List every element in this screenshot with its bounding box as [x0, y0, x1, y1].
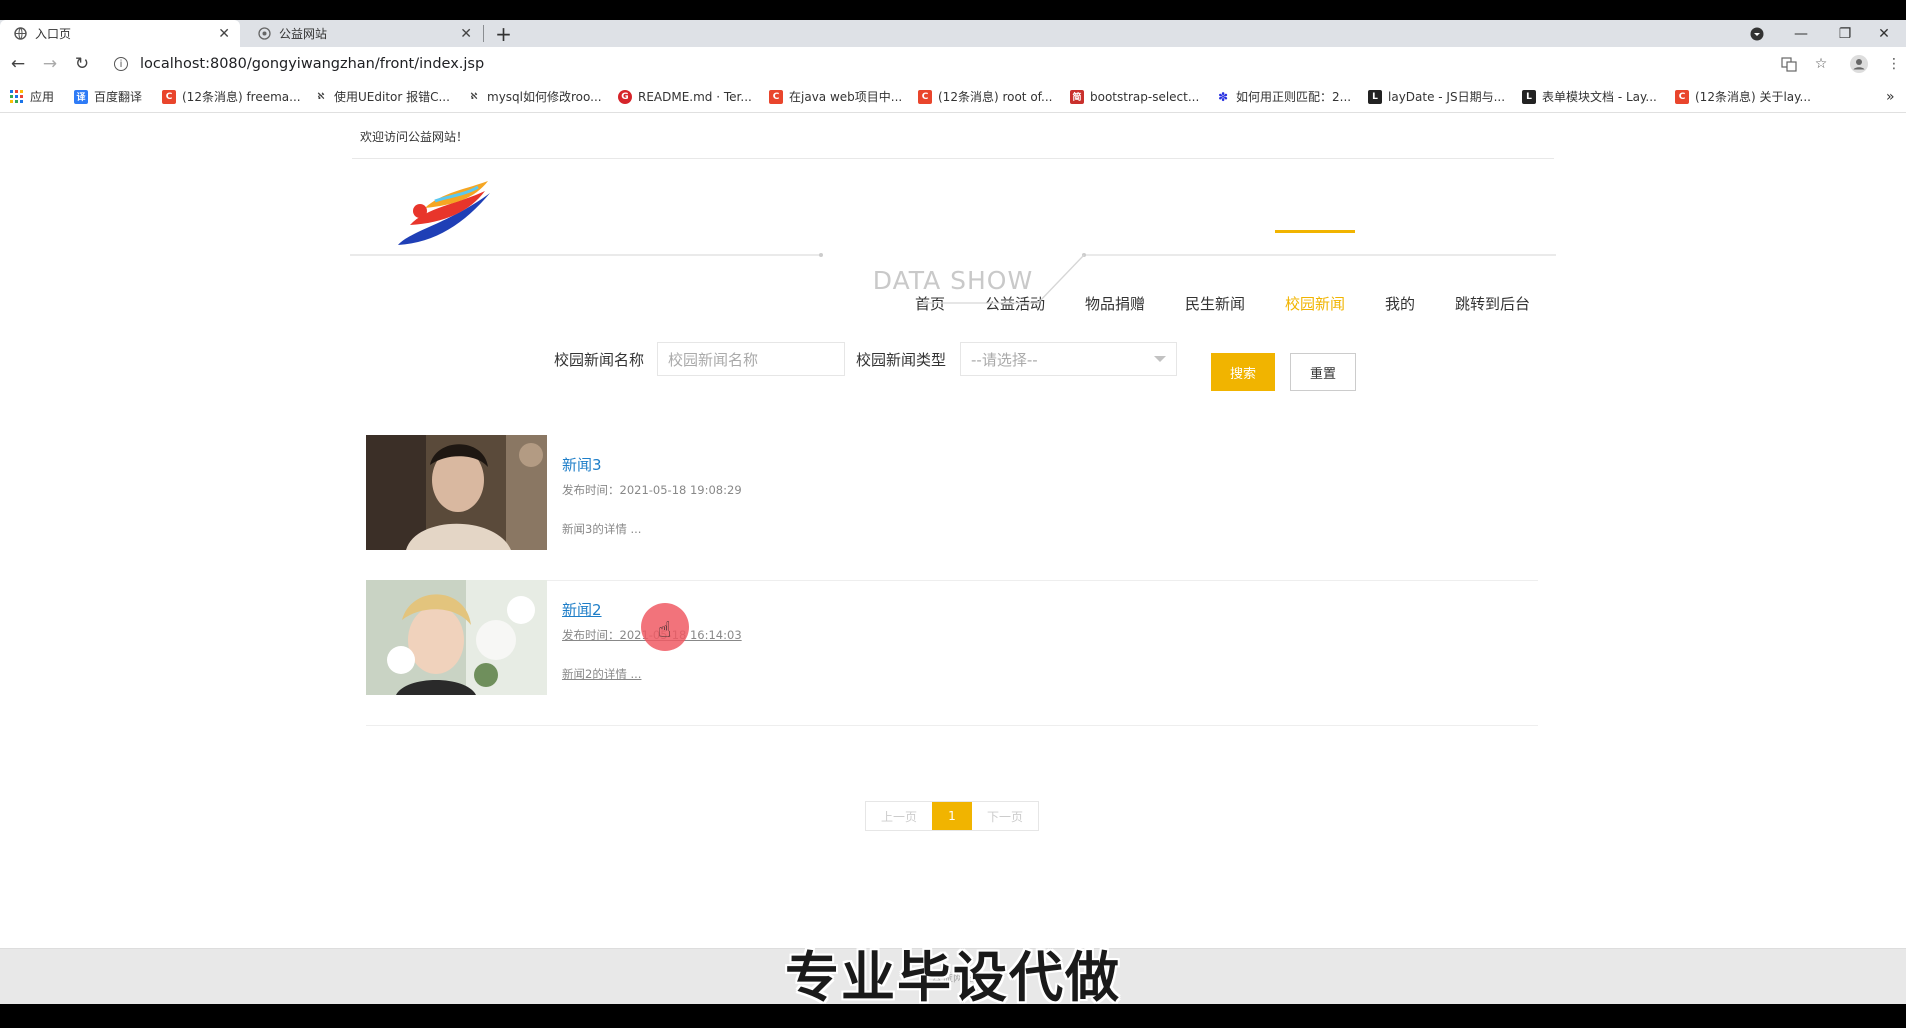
bookmark-label: 如何用正则匹配：2... — [1236, 90, 1352, 104]
info-icon[interactable]: i — [114, 57, 128, 71]
globe-icon — [14, 27, 27, 40]
select-value: --请选择-- — [971, 350, 1038, 369]
news-thumbnail[interactable] — [366, 580, 547, 695]
bookmark-layui-form[interactable]: L 表单模块文档 - Lay... — [1522, 81, 1657, 112]
tab-entry-page[interactable]: 入口页 ✕ — [0, 20, 240, 47]
news-list-item[interactable]: 新闻3 发布时间：2021-05-18 19:08:29 新闻3的详情 ... — [366, 435, 1538, 581]
chevron-down-icon — [1154, 356, 1166, 362]
reload-icon[interactable]: ↻ — [70, 53, 94, 75]
section-title: DATA SHOW — [872, 266, 1034, 295]
page-1-button[interactable]: 1 — [932, 802, 972, 830]
bookmark-csdn-3[interactable]: C (12条消息) root of... — [918, 81, 1052, 112]
welcome-text: 欢迎访问公益网站！ — [360, 130, 469, 144]
page-content: 欢迎访问公益网站！ 首页 公益活动 物品捐赠 民生新闻 校园新闻 我的 跳转到后… — [0, 113, 1906, 948]
star-icon[interactable]: ☆ — [1811, 54, 1831, 74]
news-thumbnail[interactable] — [366, 435, 547, 550]
bookmark-label: mysql如何修改roo... — [487, 90, 602, 104]
more-bookmarks-icon[interactable]: » — [1886, 81, 1895, 112]
bookmark-csdn-4[interactable]: C (12条消息) 关于lay... — [1675, 81, 1811, 112]
bookmark-laydate[interactable]: L layDate - JS日期与... — [1368, 81, 1505, 112]
browser-tab-bar: 入口页 ✕ 公益网站 ✕ + — ❐ ✕ — [0, 20, 1906, 47]
video-caption-overlay: 专业毕设代做 — [785, 946, 1121, 1009]
tab-divider — [483, 25, 484, 42]
hand-cursor-icon: ☝ — [658, 618, 672, 643]
prev-page-button[interactable]: 上一页 — [866, 802, 932, 830]
bookmark-label: (12条消息) root of... — [938, 90, 1053, 104]
close-icon[interactable]: ✕ — [218, 26, 230, 42]
baidu-paw-icon: ✽ — [1217, 89, 1229, 104]
csdn-icon: C — [1675, 89, 1689, 104]
news-publish-time: 发布时间：2021-05-18 19:08:29 — [562, 483, 742, 497]
forward-icon[interactable]: → — [38, 53, 62, 75]
bookmark-baidu-translate[interactable]: 译 百度翻译 — [74, 81, 142, 112]
tab-charity-site[interactable]: 公益网站 ✕ — [244, 20, 482, 47]
site-icon: ℵ — [317, 91, 325, 102]
next-page-button[interactable]: 下一页 — [972, 802, 1038, 830]
csdn-icon: C — [769, 89, 783, 104]
url-text: localhost:8080/gongyiwangzhan/front/inde… — [140, 56, 485, 72]
site-icon: ℵ — [470, 91, 478, 102]
reset-button[interactable]: 重置 — [1290, 353, 1356, 391]
translate-icon[interactable] — [1779, 54, 1799, 74]
news-type-select[interactable]: --请选择-- — [960, 342, 1177, 376]
bookmark-label: bootstrap-select... — [1090, 89, 1200, 104]
bookmark-bootstrap-select[interactable]: 简 bootstrap-select... — [1070, 81, 1199, 112]
bookmark-readme[interactable]: G README.md · Ter... — [618, 81, 752, 112]
news-title[interactable]: 新闻3 — [562, 454, 602, 475]
address-bar-row: ← → ↻ i localhost:8080/gongyiwangzhan/fr… — [0, 47, 1906, 81]
bookmark-mysql[interactable]: ℵ mysql如何修改roo... — [467, 81, 602, 112]
pagination: 上一页 1 下一页 — [865, 801, 1039, 831]
close-icon[interactable]: ✕ — [460, 26, 472, 42]
bookmark-label: 在java web项目中... — [789, 90, 903, 104]
apps-grid-icon — [10, 89, 24, 104]
bookmark-label: (12条消息) freema... — [182, 90, 301, 104]
news-list-item[interactable]: 新闻2 发布时间：2021-05-18 16:14:03 新闻2的详情 ... — [366, 580, 1538, 726]
account-icon[interactable] — [1849, 54, 1869, 74]
bookmark-apps[interactable]: 应用 — [10, 81, 54, 112]
csdn-icon: C — [918, 89, 932, 104]
news-title[interactable]: 新闻2 — [562, 599, 602, 620]
news-name-label: 校园新闻名称 — [553, 351, 644, 369]
news-description: 新闻3的详情 ... — [562, 522, 642, 536]
bookmark-regex[interactable]: ✽ 如何用正则匹配：2... — [1216, 81, 1351, 112]
active-nav-indicator — [1275, 230, 1355, 233]
layui-icon: L — [1522, 89, 1536, 104]
news-description: 新闻2的详情 ... — [562, 667, 642, 681]
letterbox-bar — [0, 1004, 1906, 1028]
minimize-icon[interactable]: — — [1779, 20, 1823, 47]
bookmark-label: 应用 — [30, 90, 55, 104]
bookmark-csdn-2[interactable]: C 在java web项目中... — [769, 81, 902, 112]
tab-label: 入口页 — [35, 27, 72, 41]
bookmark-ueditor[interactable]: ℵ 使用UEditor 报错C... — [314, 81, 450, 112]
restore-icon[interactable]: ❐ — [1823, 20, 1867, 47]
site-icon — [258, 27, 271, 40]
search-button[interactable]: 搜索 — [1211, 353, 1275, 391]
csdn-icon: C — [162, 89, 176, 104]
bookmark-label: layDate - JS日期与... — [1388, 90, 1506, 104]
layui-icon: L — [1368, 89, 1382, 104]
bookmark-label: 百度翻译 — [94, 90, 143, 104]
window-close-icon[interactable]: ✕ — [1862, 20, 1906, 47]
url-field[interactable]: i localhost:8080/gongyiwangzhan/front/in… — [106, 51, 1786, 77]
bookmarks-bar: 应用 译 百度翻译 C (12条消息) freema... ℵ 使用UEdito… — [0, 81, 1906, 113]
new-tab-button[interactable]: + — [490, 20, 517, 47]
profile-dropdown-icon[interactable] — [1735, 20, 1779, 47]
back-icon[interactable]: ← — [6, 53, 30, 75]
menu-icon[interactable]: ⋮ — [1884, 54, 1904, 74]
divider — [352, 158, 1554, 159]
bookmark-csdn-1[interactable]: C (12条消息) freema... — [162, 81, 301, 112]
news-name-input[interactable]: 校园新闻名称 — [657, 342, 845, 376]
tab-label: 公益网站 — [279, 27, 328, 41]
bookmark-label: 使用UEditor 报错C... — [334, 90, 450, 104]
gitee-icon: G — [618, 89, 632, 104]
translate-site-icon: 译 — [74, 89, 88, 104]
site-logo[interactable] — [390, 173, 500, 258]
news-type-label: 校园新闻类型 — [855, 351, 946, 369]
bookmark-label: README.md · Ter... — [638, 89, 752, 104]
bookmark-label: 表单模块文档 - Lay... — [1542, 90, 1657, 104]
bookmark-label: (12条消息) 关于lay... — [1695, 90, 1811, 104]
site-icon: 简 — [1070, 89, 1084, 104]
